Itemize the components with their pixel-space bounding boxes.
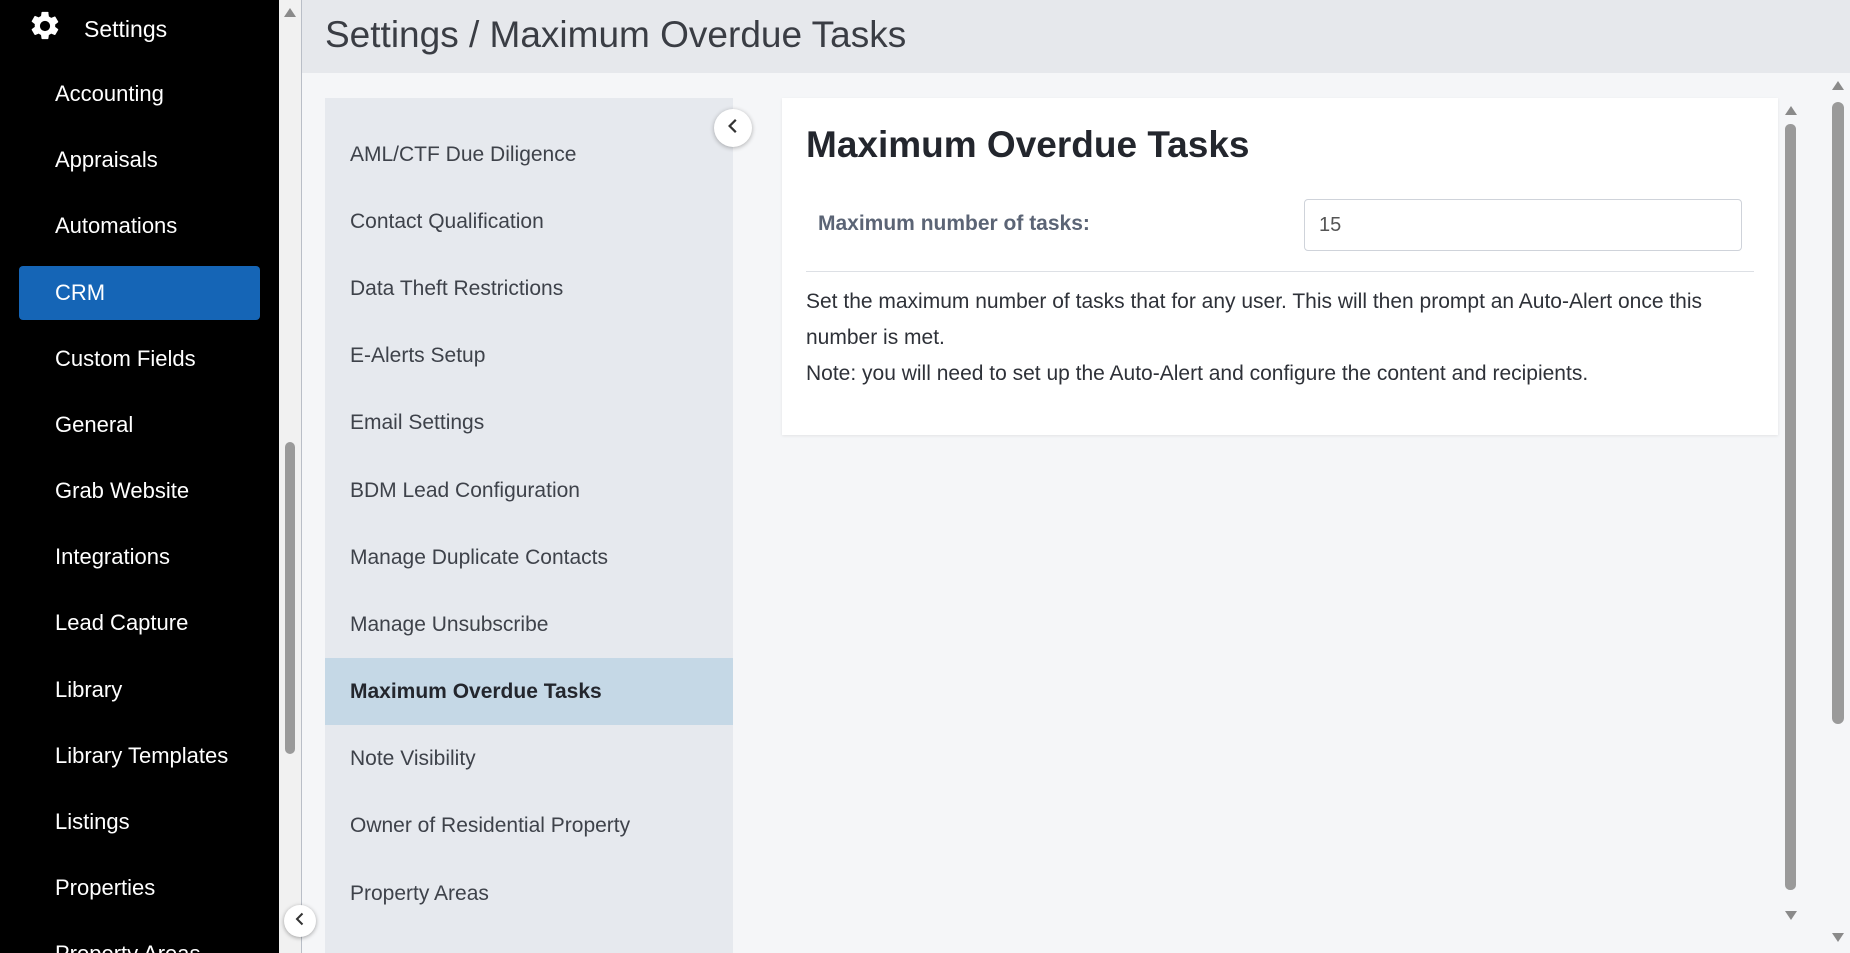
- sidebar-collapse-button[interactable]: [284, 905, 316, 937]
- main-sidebar: Settings Accounting Appraisals Automatio…: [0, 0, 279, 953]
- subnav-collapse-button[interactable]: [714, 109, 752, 147]
- page-header: Settings / Maximum Overdue Tasks: [302, 0, 1850, 73]
- scrollbar-thumb[interactable]: [1832, 102, 1844, 724]
- sidebar-item-accounting[interactable]: Accounting: [19, 67, 260, 121]
- sidebar-item-integrations[interactable]: Integrations: [19, 530, 260, 584]
- subnav-item-property-areas[interactable]: Property Areas: [325, 860, 733, 927]
- subnav-item-e-alerts[interactable]: E-Alerts Setup: [325, 322, 733, 389]
- settings-subnav: AML/CTF Due Diligence Contact Qualificat…: [325, 98, 733, 953]
- subnav-item-aml-ctf[interactable]: AML/CTF Due Diligence: [325, 121, 733, 188]
- subnav-item-unsubscribe[interactable]: Manage Unsubscribe: [325, 591, 733, 658]
- scroll-up-arrow-icon[interactable]: [1832, 81, 1844, 90]
- scroll-down-arrow-icon[interactable]: [1785, 911, 1797, 920]
- settings-card: Maximum Overdue Tasks Maximum number of …: [782, 98, 1778, 435]
- sidebar-header-label: Settings: [84, 15, 168, 42]
- sidebar-item-appraisals[interactable]: Appraisals: [19, 133, 260, 187]
- content-scrollbar[interactable]: [1783, 98, 1799, 926]
- sidebar-item-automations[interactable]: Automations: [19, 199, 260, 253]
- subnav-item-max-overdue-tasks[interactable]: Maximum Overdue Tasks: [325, 658, 733, 725]
- sidebar-item-library-templates[interactable]: Library Templates: [19, 729, 260, 783]
- subnav-item-note-visibility[interactable]: Note Visibility: [325, 725, 733, 792]
- window-scrollbar[interactable]: [1829, 75, 1847, 953]
- sidebar-item-grab-website[interactable]: Grab Website: [19, 464, 260, 518]
- sidebar-item-library[interactable]: Library: [19, 663, 260, 717]
- sidebar-item-custom-fields[interactable]: Custom Fields: [19, 332, 260, 386]
- card-heading: Maximum Overdue Tasks: [806, 124, 1250, 165]
- subnav-item-bdm-lead[interactable]: BDM Lead Configuration: [325, 457, 733, 524]
- sidebar-scrollbar[interactable]: [279, 0, 302, 953]
- scrollbar-thumb[interactable]: [285, 442, 295, 754]
- divider: [806, 271, 1754, 272]
- sidebar-item-property-areas[interactable]: Property Areas: [19, 927, 260, 953]
- scroll-up-arrow-icon[interactable]: [1785, 106, 1797, 115]
- scroll-up-arrow-icon[interactable]: [284, 8, 296, 17]
- subnav-item-duplicate-contacts[interactable]: Manage Duplicate Contacts: [325, 524, 733, 591]
- subnav-item-owner-residential[interactable]: Owner of Residential Property: [325, 792, 733, 859]
- sidebar-item-general[interactable]: General: [19, 398, 260, 452]
- subnav-item-contact-qualification[interactable]: Contact Qualification: [325, 188, 733, 255]
- chevron-left-icon: [724, 117, 742, 140]
- max-tasks-input[interactable]: [1304, 199, 1742, 251]
- chevron-left-icon: [292, 911, 308, 932]
- sidebar-item-lead-capture[interactable]: Lead Capture: [19, 596, 260, 650]
- subnav-item-email-settings[interactable]: Email Settings: [325, 389, 733, 456]
- sidebar-item-properties[interactable]: Properties: [19, 861, 260, 915]
- page-title: Settings / Maximum Overdue Tasks: [325, 14, 907, 55]
- scroll-down-arrow-icon[interactable]: [1832, 933, 1844, 942]
- description-note: Note: you will need to set up the Auto-A…: [806, 362, 1589, 385]
- gear-icon: [28, 9, 62, 49]
- max-tasks-label: Maximum number of tasks:: [818, 212, 1090, 235]
- description: Set the maximum number of tasks that for…: [806, 284, 1756, 392]
- sidebar-item-listings[interactable]: Listings: [19, 795, 260, 849]
- scrollbar-thumb[interactable]: [1785, 124, 1796, 890]
- subnav-item-data-theft[interactable]: Data Theft Restrictions: [325, 255, 733, 322]
- description-text: Set the maximum number of tasks that for…: [806, 290, 1703, 349]
- sidebar-header[interactable]: Settings: [28, 10, 167, 48]
- sidebar-item-crm[interactable]: CRM: [19, 266, 260, 320]
